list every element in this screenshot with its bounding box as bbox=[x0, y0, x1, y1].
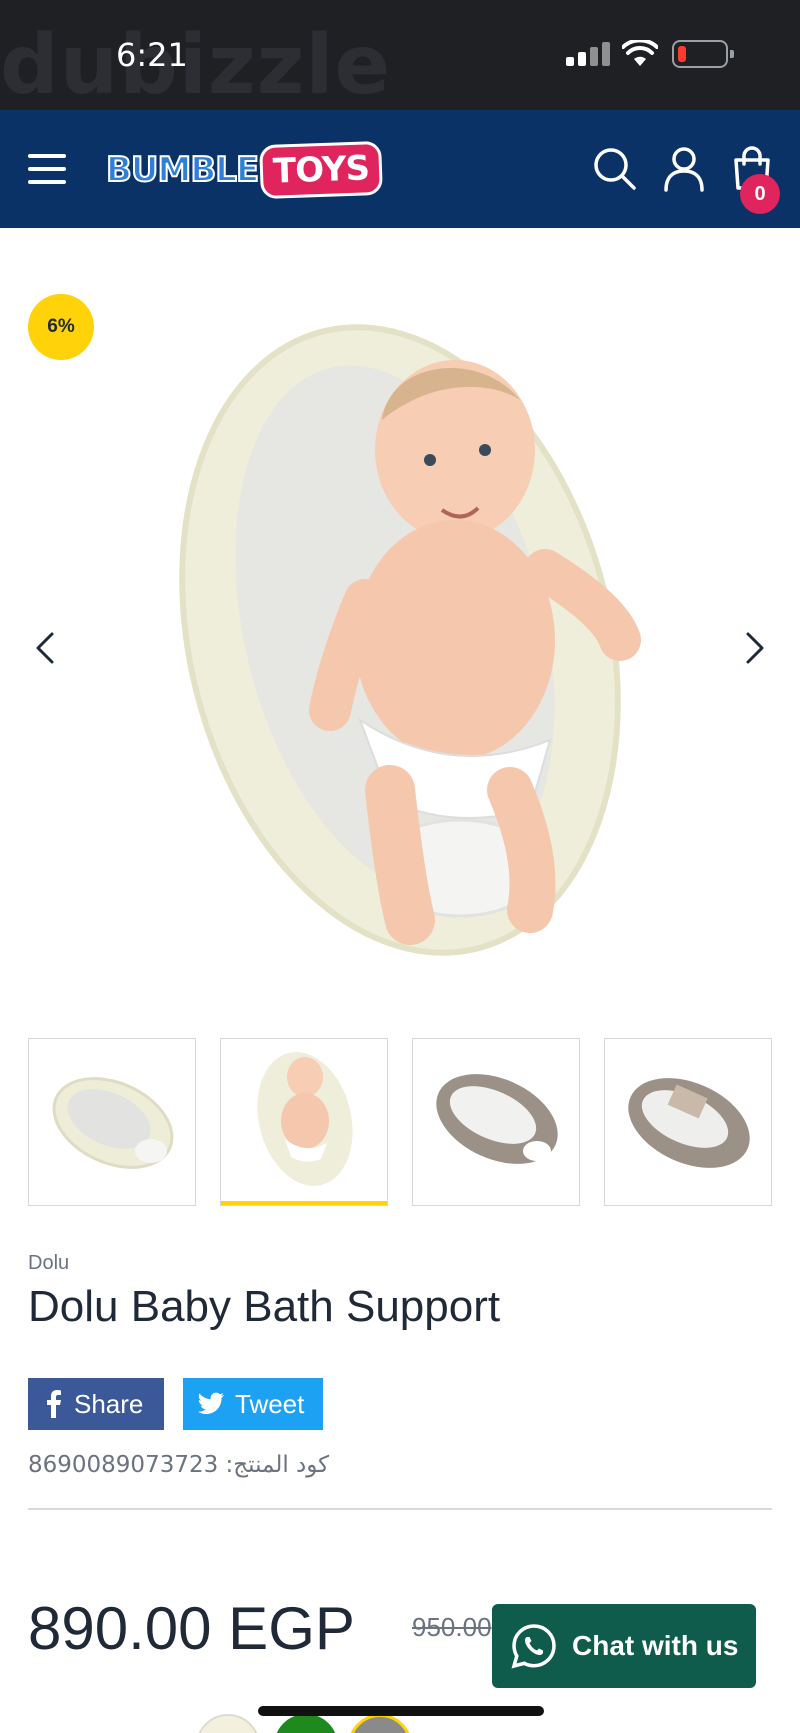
facebook-share-button[interactable]: Share bbox=[28, 1378, 164, 1430]
chat-label: Chat with us bbox=[572, 1630, 739, 1661]
status-time: 6:21 bbox=[116, 36, 188, 74]
status-bar: dubizzle 6:21 bbox=[0, 0, 800, 113]
logo-text-bumble: BUMBLE bbox=[105, 149, 260, 191]
thumbnail-1[interactable] bbox=[28, 1038, 196, 1206]
previous-image-arrow-icon[interactable] bbox=[26, 628, 66, 668]
battery-icon bbox=[672, 40, 734, 68]
cellular-signal-icon bbox=[566, 42, 610, 66]
logo-text-toys: TOYS bbox=[259, 140, 384, 200]
color-swatch-grey[interactable] bbox=[348, 1714, 412, 1733]
hamburger-menu-icon[interactable] bbox=[28, 154, 66, 184]
watermark: dubizzle bbox=[0, 18, 392, 113]
thumbnail-1-image bbox=[52, 1077, 174, 1169]
thumbnail-strip bbox=[28, 1038, 772, 1208]
thumbnail-2-image bbox=[257, 1052, 353, 1186]
thumbnail-4[interactable] bbox=[604, 1038, 772, 1206]
home-indicator bbox=[258, 1706, 544, 1716]
color-swatches bbox=[196, 1714, 436, 1733]
user-account-icon[interactable] bbox=[660, 144, 708, 192]
color-swatch-cream[interactable] bbox=[196, 1714, 260, 1733]
thumbnail-4-image bbox=[628, 1078, 750, 1168]
next-image-arrow-icon[interactable] bbox=[734, 628, 774, 668]
wifi-icon bbox=[622, 40, 658, 66]
cart-count-badge: 0 bbox=[740, 174, 780, 214]
twitter-bird-icon bbox=[197, 1392, 224, 1414]
product-sku: كود المنتج: 8690089073723 bbox=[28, 1452, 330, 1478]
color-swatch-green[interactable] bbox=[274, 1714, 338, 1733]
site-header: BUMBLE TOYS 0 bbox=[0, 110, 800, 228]
whatsapp-icon bbox=[511, 1624, 556, 1669]
share-label: Share bbox=[74, 1388, 144, 1419]
thumbnail-3-image bbox=[436, 1074, 558, 1164]
divider bbox=[28, 1508, 772, 1510]
product-old-price: 950.00 bbox=[412, 1612, 492, 1642]
product-brand[interactable]: Dolu bbox=[28, 1252, 69, 1275]
tweet-label: Tweet bbox=[235, 1388, 305, 1419]
product-title: Dolu Baby Bath Support bbox=[28, 1282, 501, 1331]
product-main-image bbox=[179, 324, 641, 956]
product-page: dubizzle 6:21 BUMBLE TOYS 0 6% Dolu Dolu… bbox=[0, 0, 800, 1733]
whatsapp-chat-button[interactable]: Chat with us bbox=[492, 1604, 756, 1688]
facebook-icon bbox=[47, 1390, 61, 1418]
discount-badge: 6% bbox=[28, 294, 94, 360]
search-icon[interactable] bbox=[590, 144, 638, 192]
thumbnail-2[interactable] bbox=[220, 1038, 388, 1206]
product-price: 890.00 EGP bbox=[28, 1595, 355, 1662]
thumbnail-3[interactable] bbox=[412, 1038, 580, 1206]
twitter-tweet-button[interactable]: Tweet bbox=[183, 1378, 323, 1430]
site-logo[interactable]: BUMBLE TOYS bbox=[105, 138, 384, 202]
